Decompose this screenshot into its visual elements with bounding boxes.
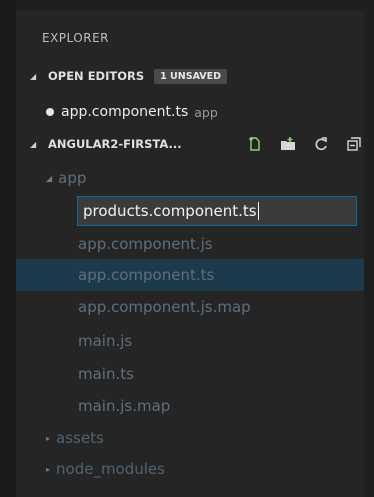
activity-bar-edge (0, 0, 16, 497)
chevron-down-icon[interactable]: ◢ (46, 174, 52, 183)
explorer-title: EXPLORER (42, 31, 109, 45)
file-item[interactable]: main.js (16, 325, 364, 357)
open-editor-filename: app.component.ts (61, 104, 189, 120)
new-folder-icon[interactable] (280, 136, 296, 152)
file-label: main.js (78, 332, 133, 350)
chevron-right-icon[interactable]: ▸ (46, 465, 50, 474)
collapse-all-icon[interactable] (346, 136, 362, 152)
project-actions (247, 136, 362, 152)
folder-app[interactable]: ◢ app (16, 162, 364, 194)
folder-app-label: app (58, 169, 87, 187)
open-editor-item[interactable]: app.component.ts app (16, 100, 364, 124)
text-caret (257, 202, 259, 220)
explorer-panel: EXPLORER ◢ OPEN EDITORS 1 UNSAVED app.co… (0, 0, 374, 497)
file-label: app.component.js.map (78, 298, 251, 316)
file-item-selected[interactable]: app.component.ts (16, 259, 364, 291)
folder-node-modules[interactable]: ▸ node_modules (16, 453, 364, 485)
refresh-icon[interactable] (313, 136, 329, 152)
file-item[interactable]: app.component.js.map (16, 291, 364, 323)
folder-assets[interactable]: ▸ assets (16, 422, 364, 454)
chevron-down-icon[interactable]: ◢ (30, 72, 40, 81)
chevron-right-icon[interactable]: ▸ (46, 434, 50, 443)
rename-input[interactable]: products.component.ts (77, 196, 357, 226)
file-item[interactable]: main.ts (16, 358, 364, 390)
top-edge (0, 0, 374, 10)
folder-label: node_modules (56, 460, 165, 478)
open-editor-folder: app (194, 104, 218, 120)
right-edge (364, 0, 374, 497)
file-item[interactable]: main.js.map (16, 390, 364, 422)
unsaved-badge: 1 UNSAVED (154, 68, 227, 84)
folder-label: assets (56, 429, 104, 447)
rename-input-value: products.component.ts (83, 202, 257, 220)
open-editors-label: OPEN EDITORS (48, 69, 145, 83)
file-label: main.ts (78, 365, 134, 383)
project-header[interactable]: ◢ ANGULAR2-FIRSTA... (16, 133, 364, 155)
chevron-down-icon[interactable]: ◢ (30, 140, 40, 149)
open-editors-header[interactable]: ◢ OPEN EDITORS 1 UNSAVED (16, 65, 364, 87)
file-item[interactable]: app.component.js (16, 228, 364, 260)
project-label: ANGULAR2-FIRSTA... (48, 137, 182, 151)
file-label: main.js.map (78, 397, 171, 415)
file-label: app.component.ts (78, 266, 215, 284)
unsaved-dot-icon[interactable] (46, 108, 54, 116)
new-file-icon[interactable] (247, 136, 263, 152)
file-label: app.component.js (78, 235, 213, 253)
